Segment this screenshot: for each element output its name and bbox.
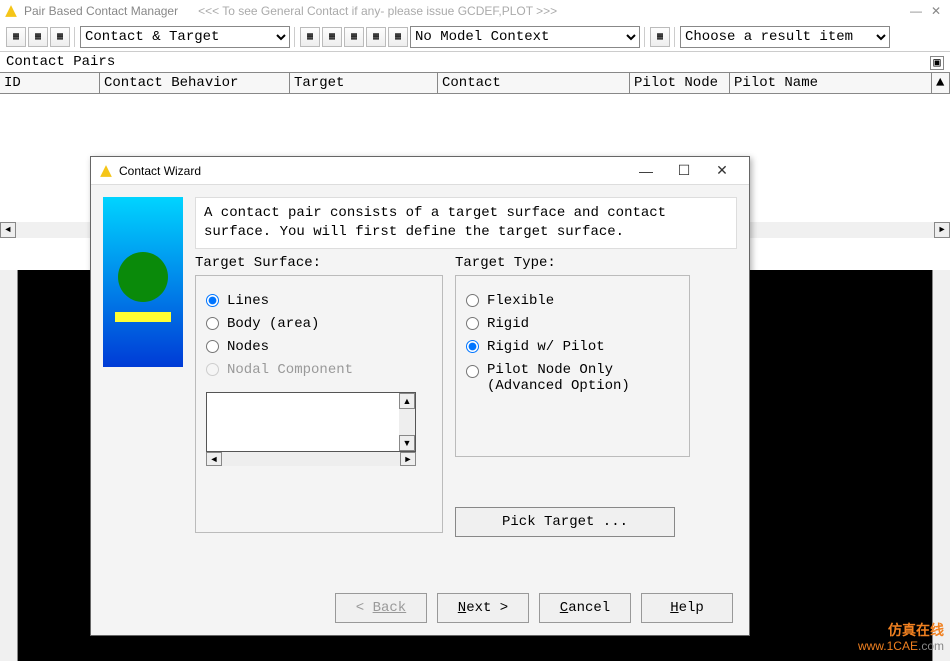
radio-nodal-component-input: [206, 363, 219, 376]
toolbar-button-2[interactable]: ▦: [28, 27, 48, 47]
scroll-right-icon[interactable]: ►: [934, 222, 950, 238]
radio-flexible-label: Flexible: [487, 293, 554, 309]
listbox-vscroll[interactable]: ▲ ▼: [399, 393, 415, 451]
column-header-pilot-node[interactable]: Pilot Node: [630, 73, 730, 93]
radio-rigid[interactable]: Rigid: [466, 316, 679, 332]
wizard-minimize-icon[interactable]: —: [627, 163, 665, 179]
watermark-line1: 仿真在线: [858, 621, 944, 639]
wizard-description: A contact pair consists of a target surf…: [195, 197, 737, 249]
radio-lines-input[interactable]: [206, 294, 219, 307]
wizard-close-icon[interactable]: ✕: [703, 162, 741, 179]
close-icon[interactable]: ✕: [926, 4, 946, 18]
radio-nodes-label: Nodes: [227, 339, 269, 355]
column-header-target[interactable]: Target: [290, 73, 438, 93]
maximize-panel-icon[interactable]: ▣: [930, 56, 944, 70]
back-button: < Back: [335, 593, 427, 623]
cancel-button[interactable]: Cancel: [539, 593, 631, 623]
radio-rigid-input[interactable]: [466, 317, 479, 330]
toolbar-button-6[interactable]: ▦: [344, 27, 364, 47]
radio-body-label: Body (area): [227, 316, 319, 332]
illustration-circle-icon: [118, 252, 168, 302]
ansys-logo-icon: [99, 164, 113, 178]
main-window-title: Pair Based Contact Manager: [24, 4, 178, 18]
wizard-illustration: [103, 197, 183, 367]
toolbar-separator: [644, 27, 646, 47]
watermark-line2: www.1CAE.com: [858, 639, 944, 655]
radio-rigid-pilot[interactable]: Rigid w/ Pilot: [466, 339, 679, 355]
toolbar-button-5[interactable]: ▦: [322, 27, 342, 47]
radio-body[interactable]: Body (area): [206, 316, 432, 332]
toolbar-button-7[interactable]: ▦: [366, 27, 386, 47]
toolbar-button-9[interactable]: ▦: [650, 27, 670, 47]
main-window-title-bar: Pair Based Contact Manager <<< To see Ge…: [0, 0, 950, 22]
next-button[interactable]: Next >: [437, 593, 529, 623]
toolbar: ▦ ▦ ▦ Contact & Target ▦ ▦ ▦ ▦ ▦ No Mode…: [0, 22, 950, 52]
radio-pilot-only-label: Pilot Node Only (Advanced Option): [487, 362, 630, 394]
result-item-combo[interactable]: Choose a result item: [680, 26, 890, 48]
radio-flexible-input[interactable]: [466, 294, 479, 307]
scroll-up-icon[interactable]: ▲: [399, 393, 415, 409]
main-window-hint: <<< To see General Contact if any- pleas…: [198, 4, 557, 18]
wizard-title: Contact Wizard: [119, 164, 201, 178]
radio-rigid-pilot-input[interactable]: [466, 340, 479, 353]
toolbar-button-1[interactable]: ▦: [6, 27, 26, 47]
minimize-icon[interactable]: —: [906, 4, 926, 18]
toolbar-button-4[interactable]: ▦: [300, 27, 320, 47]
radio-lines[interactable]: Lines: [206, 293, 432, 309]
target-type-label: Target Type:: [455, 255, 690, 271]
illustration-bar-icon: [115, 312, 171, 322]
component-listbox[interactable]: ▲ ▼: [206, 392, 416, 452]
contact-wizard-dialog: Contact Wizard — ☐ ✕ A contact pair cons…: [90, 156, 750, 636]
radio-pilot-only[interactable]: Pilot Node Only (Advanced Option): [466, 362, 679, 394]
wizard-footer: < Back Next > Cancel Help: [335, 593, 733, 623]
radio-pilot-only-input[interactable]: [466, 365, 479, 378]
radio-flexible[interactable]: Flexible: [466, 293, 679, 309]
target-type-group: Flexible Rigid Rigid w/ Pilot: [455, 275, 690, 457]
radio-rigid-label: Rigid: [487, 316, 529, 332]
column-header-id[interactable]: ID: [0, 73, 100, 93]
scroll-left-icon[interactable]: ◄: [206, 452, 222, 466]
source-watermark: 仿真在线 www.1CAE.com: [858, 621, 944, 655]
radio-nodes-input[interactable]: [206, 340, 219, 353]
scroll-right-icon[interactable]: ►: [400, 452, 416, 466]
toolbar-button-8[interactable]: ▦: [388, 27, 408, 47]
ansys-logo-icon: [4, 4, 18, 18]
model-context-combo[interactable]: No Model Context: [410, 26, 640, 48]
toolbar-separator: [674, 27, 676, 47]
column-header-contact[interactable]: Contact: [438, 73, 630, 93]
target-surface-group: Lines Body (area) Nodes Nodal Compo: [195, 275, 443, 533]
wizard-maximize-icon[interactable]: ☐: [665, 162, 703, 179]
column-header-contact-behavior[interactable]: Contact Behavior: [100, 73, 290, 93]
listbox-hscroll[interactable]: ◄ ►: [206, 452, 416, 466]
table-header-row: ID Contact Behavior Target Contact Pilot…: [0, 72, 950, 94]
radio-body-input[interactable]: [206, 317, 219, 330]
listbox-content[interactable]: [207, 393, 399, 451]
target-surface-label: Target Surface:: [195, 255, 443, 271]
contact-target-combo[interactable]: Contact & Target: [80, 26, 290, 48]
canvas-left-bar: [0, 270, 18, 661]
column-header-pilot-name[interactable]: Pilot Name: [730, 73, 932, 93]
wizard-title-bar[interactable]: Contact Wizard — ☐ ✕: [91, 157, 749, 185]
scroll-down-icon[interactable]: ▼: [399, 435, 415, 451]
toolbar-button-3[interactable]: ▦: [50, 27, 70, 47]
contact-pairs-label: Contact Pairs: [0, 52, 950, 72]
canvas-right-bar: [932, 270, 950, 661]
pick-target-button[interactable]: Pick Target ...: [455, 507, 675, 537]
radio-nodal-component-label: Nodal Component: [227, 362, 353, 378]
radio-nodes[interactable]: Nodes: [206, 339, 432, 355]
radio-rigid-pilot-label: Rigid w/ Pilot: [487, 339, 605, 355]
toolbar-separator: [74, 27, 76, 47]
radio-lines-label: Lines: [227, 293, 269, 309]
help-button[interactable]: Help: [641, 593, 733, 623]
column-header-scroll[interactable]: ▲: [932, 73, 950, 93]
scroll-left-icon[interactable]: ◄: [0, 222, 16, 238]
toolbar-separator: [294, 27, 296, 47]
radio-nodal-component: Nodal Component: [206, 362, 432, 378]
